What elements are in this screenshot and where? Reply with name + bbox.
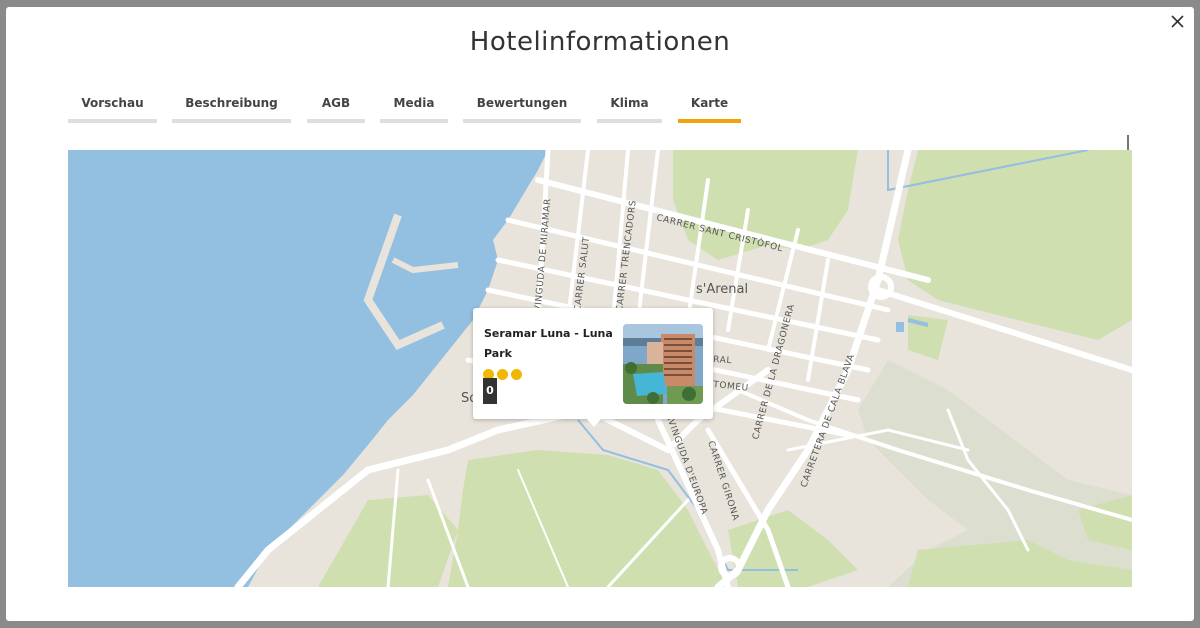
- tab-beschreibung[interactable]: Beschreibung: [172, 93, 291, 123]
- hotel-photo-image: [623, 324, 703, 404]
- hotel-info-modal: Hotelinformationen Vorschau Beschreibung…: [6, 7, 1194, 621]
- hotel-popup[interactable]: Seramar Luna - Luna Park 0: [473, 308, 713, 427]
- street-label-ral: RAL: [713, 355, 733, 366]
- popup-hotel-name[interactable]: Seramar Luna - Luna Park: [484, 324, 614, 364]
- modal-title: Hotelinformationen: [469, 27, 731, 57]
- tab-karte[interactable]: Karte: [678, 93, 741, 123]
- tab-vorschau[interactable]: Vorschau: [68, 93, 157, 123]
- tab-agb[interactable]: AGB: [307, 93, 365, 123]
- place-label-s-arenal: s'Arenal: [696, 282, 748, 297]
- tab-klima[interactable]: Klima: [597, 93, 662, 123]
- map-view[interactable]: s'Arenal So CARRER SANT CRISTÒFOL AVINGU…: [68, 150, 1132, 587]
- tab-media[interactable]: Media: [380, 93, 448, 123]
- star-rating: [483, 365, 525, 380]
- score-badge: 0: [483, 378, 497, 404]
- popup-pointer: [586, 418, 602, 427]
- tab-bewertungen[interactable]: Bewertungen: [463, 93, 581, 123]
- close-button[interactable]: [1168, 12, 1188, 32]
- close-icon: [1171, 15, 1184, 28]
- star-icon: [497, 369, 508, 380]
- hotel-photo[interactable]: [623, 324, 703, 404]
- star-icon: [511, 369, 522, 380]
